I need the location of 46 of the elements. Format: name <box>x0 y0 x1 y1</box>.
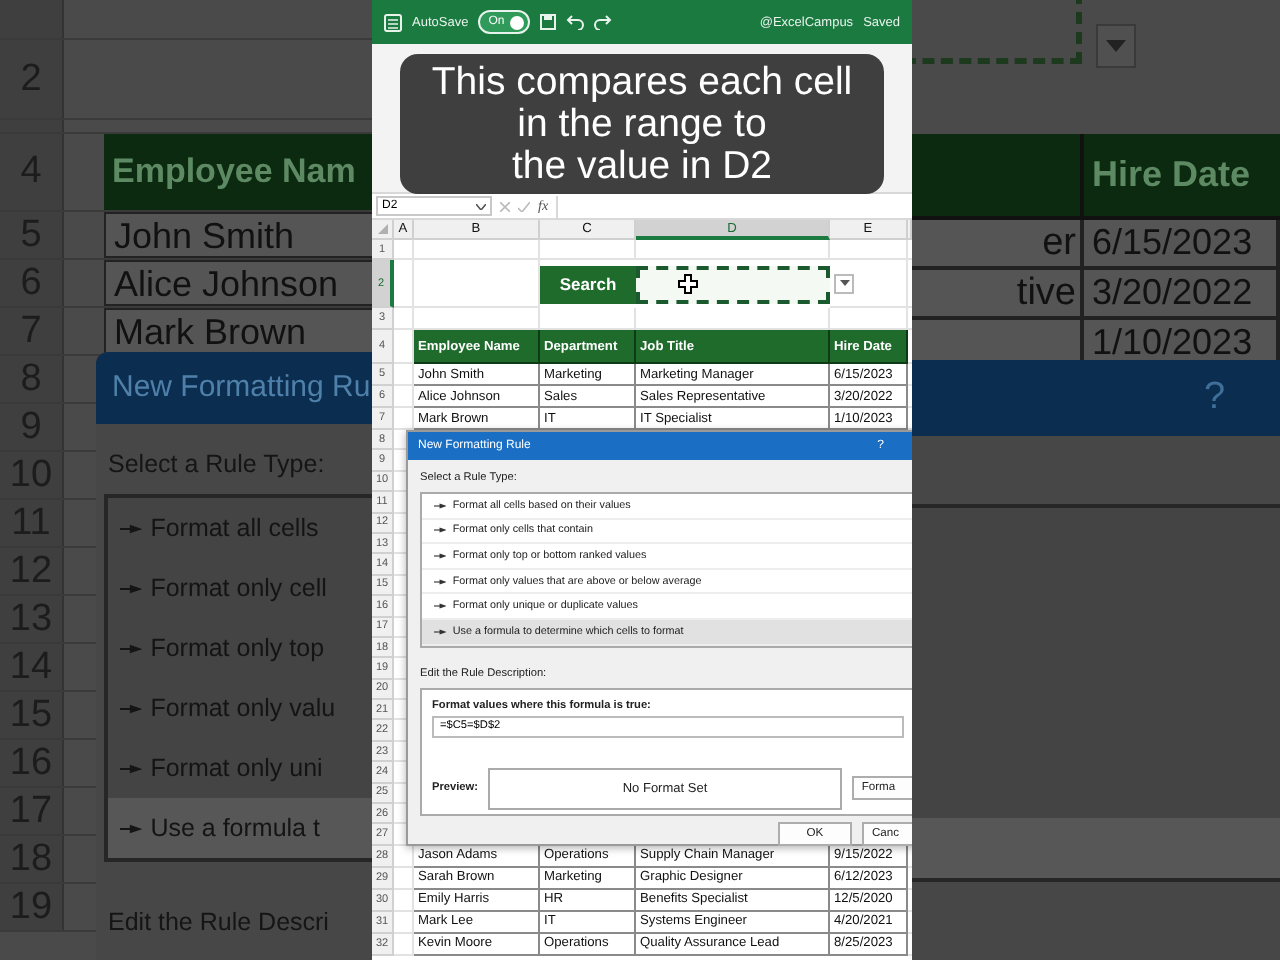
cancel-icon <box>500 201 510 211</box>
bullet-arrow-icon <box>120 581 143 595</box>
table-cell: John Smith <box>104 212 372 258</box>
table-cell: tive <box>912 270 1084 316</box>
bullet-arrow-icon <box>434 526 447 535</box>
bullet-arrow-icon <box>120 701 143 715</box>
table-cell: Alice Johnson <box>104 260 372 306</box>
bullet-arrow-icon <box>434 577 447 586</box>
empty-cell <box>414 240 540 260</box>
bullet-arrow-icon <box>120 761 143 775</box>
bullet-arrow-icon <box>434 627 447 636</box>
empty-cell <box>394 867 414 890</box>
check-icon <box>518 201 530 211</box>
table-cell: Mark Brown <box>104 308 372 354</box>
bullet-arrow-icon <box>434 501 447 510</box>
spreadsheet-icon <box>384 13 402 31</box>
bullet-arrow-icon <box>120 641 143 655</box>
empty-cell <box>540 240 636 260</box>
save-icon[interactable] <box>540 14 557 30</box>
bullet-arrow-icon <box>120 521 143 535</box>
bullet-arrow-icon <box>120 821 143 835</box>
table-cell: 3/20/2022 <box>1084 270 1280 316</box>
dropdown-button[interactable] <box>834 273 854 293</box>
dropdown-arrow-icon <box>1106 40 1126 52</box>
empty-cell <box>394 911 414 934</box>
search-button[interactable]: Search <box>540 265 636 303</box>
cell-cursor-icon <box>678 274 698 294</box>
dropdown-arrow-icon <box>839 280 849 286</box>
empty-cell <box>394 889 414 912</box>
empty-cell <box>394 260 414 308</box>
redo-icon[interactable] <box>594 14 613 30</box>
caret-icon <box>476 203 486 209</box>
empty-cell <box>394 364 414 386</box>
bullet-arrow-icon <box>434 602 447 611</box>
bullet-arrow-icon <box>434 551 447 560</box>
selected-cell[interactable] <box>636 265 830 303</box>
empty-cell <box>394 933 414 956</box>
empty-cell <box>394 308 414 330</box>
undo-icon[interactable] <box>566 14 585 30</box>
dialog-title: New Formatting Ru <box>96 352 372 424</box>
table-cell: er <box>912 220 1084 266</box>
empty-cell <box>394 386 414 408</box>
caption-text: This compares each cell in the range to the value in D2 <box>400 54 884 194</box>
table-header-cell-text: Hire Date <box>1090 152 1251 198</box>
table-header-cell: Employee Nam <box>104 134 372 210</box>
table-cell: 6/15/2023 <box>1084 220 1280 266</box>
